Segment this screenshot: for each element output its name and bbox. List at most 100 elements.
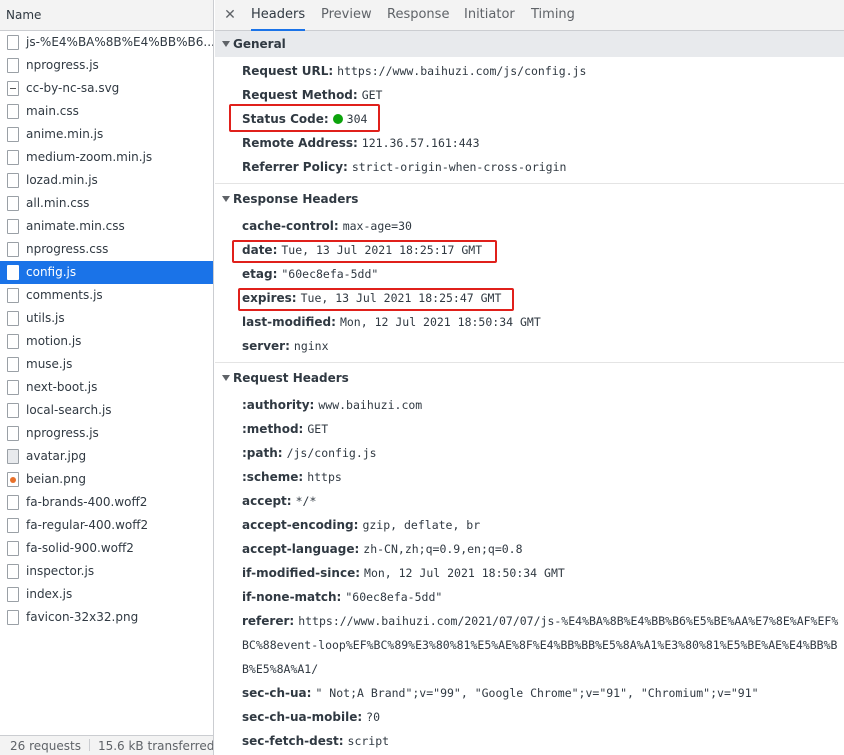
expand-triangle-icon <box>222 375 230 381</box>
file-row[interactable]: anime.min.js <box>0 123 213 146</box>
document-icon <box>7 403 19 418</box>
header-row: server: nginx <box>215 334 844 358</box>
header-value: https://www.baihuzi.com/js/config.js <box>337 64 587 78</box>
file-row[interactable]: cc-by-nc-sa.svg <box>0 77 213 100</box>
status-bar: 26 requests 15.6 kB transferred <box>0 735 213 755</box>
document-icon <box>7 35 19 50</box>
file-name: favicon-32x32.png <box>26 610 139 624</box>
tab-timing[interactable]: Timing <box>531 0 575 31</box>
file-row[interactable]: animate.min.css <box>0 215 213 238</box>
header-row: Status Code: 304 <box>215 107 844 131</box>
general-section-header[interactable]: General <box>215 31 844 57</box>
file-name: config.js <box>26 265 77 279</box>
status-dot-icon <box>332 114 343 124</box>
response-headers-section-header[interactable]: Response Headers <box>215 186 844 212</box>
file-name: utils.js <box>26 311 65 325</box>
file-name: motion.js <box>26 334 82 348</box>
header-key: sec-ch-ua-mobile: <box>242 710 363 724</box>
header-key: :method: <box>242 422 304 436</box>
header-key: if-modified-since: <box>242 566 361 580</box>
file-row[interactable]: avatar.jpg <box>0 445 213 468</box>
file-row[interactable]: motion.js <box>0 330 213 353</box>
image-file-icon <box>7 449 19 464</box>
response-header-rows: cache-control: max-age=30 date: Tue, 13 Jul… <box>215 212 844 362</box>
header-row: :path:/js/config.js <box>215 441 844 465</box>
file-row[interactable]: nprogress.js <box>0 422 213 445</box>
header-row: :method: GET <box>215 417 844 441</box>
file-row[interactable]: medium-zoom.min.js <box>0 146 213 169</box>
header-value: Mon, 12 Jul 2021 18:50:34 GMT <box>364 566 565 580</box>
file-row[interactable]: muse.js <box>0 353 213 376</box>
header-key: Remote Address: <box>242 136 358 150</box>
file-row[interactable]: favicon-32x32.png <box>0 606 213 629</box>
file-name: fa-brands-400.woff2 <box>26 495 148 509</box>
header-key: Request URL: <box>242 64 334 78</box>
header-value: GET <box>361 88 383 102</box>
document-icon <box>7 104 19 119</box>
file-name: next-boot.js <box>26 380 98 394</box>
file-name: main.css <box>26 104 79 118</box>
file-row[interactable]: nprogress.css <box>0 238 213 261</box>
file-row[interactable]: all.min.css <box>0 192 213 215</box>
header-row: :scheme: https <box>215 465 844 489</box>
document-icon <box>7 288 19 303</box>
header-value: /js/config.js <box>286 446 377 460</box>
file-row[interactable]: js-%E4%BA%8B%E4%BB%B6... <box>0 31 213 54</box>
file-row[interactable]: next-boot.js <box>0 376 213 399</box>
document-icon <box>7 265 19 280</box>
header-key: :path: <box>242 446 283 460</box>
header-key: accept-encoding: <box>242 518 359 532</box>
file-row[interactable]: fa-brands-400.woff2 <box>0 491 213 514</box>
tab-preview[interactable]: Preview <box>321 0 372 31</box>
file-row[interactable]: fa-regular-400.woff2 <box>0 514 213 537</box>
file-row[interactable]: config.js <box>0 261 213 284</box>
document-icon <box>7 541 19 556</box>
header-row: :authority: www.baihuzi.com <box>215 393 844 417</box>
file-row[interactable]: beian.png <box>0 468 213 491</box>
file-row[interactable]: main.css <box>0 100 213 123</box>
document-icon <box>7 196 19 211</box>
header-row: etag: "60ec8efa-5dd" <box>215 262 844 286</box>
file-row[interactable]: nprogress.js <box>0 54 213 77</box>
file-row[interactable]: fa-solid-900.woff2 <box>0 537 213 560</box>
header-value: script <box>347 734 390 748</box>
file-name: fa-solid-900.woff2 <box>26 541 134 555</box>
response-headers-section: Response Headers cache-control: max-age=3… <box>215 186 844 363</box>
header-key: expires: <box>242 291 297 305</box>
header-row: if-none-match: "60ec8efa-5dd" <box>215 585 844 609</box>
header-key: Status Code: <box>242 112 329 126</box>
header-value: ?0 <box>366 710 380 724</box>
request-details-panel: ✕ Headers Preview Response Initiator Tim… <box>215 0 844 755</box>
header-row: sec-fetch-dest: script <box>215 729 844 753</box>
file-row[interactable]: comments.js <box>0 284 213 307</box>
header-key: server: <box>242 339 290 353</box>
header-key: sec-ch-ua: <box>242 686 312 700</box>
close-icon[interactable]: ✕ <box>223 5 237 25</box>
tab-headers[interactable]: Headers <box>251 0 306 31</box>
file-row[interactable]: utils.js <box>0 307 213 330</box>
header-row: accept: */* <box>215 489 844 513</box>
file-name: lozad.min.js <box>26 173 98 187</box>
tab-initiator[interactable]: Initiator <box>464 0 515 31</box>
tab-response[interactable]: Response <box>387 0 449 31</box>
header-row: Request Method: GET <box>215 83 844 107</box>
request-headers-section-header[interactable]: Request Headers <box>215 365 844 391</box>
file-row[interactable]: index.js <box>0 583 213 606</box>
file-row[interactable]: local-search.js <box>0 399 213 422</box>
file-row[interactable]: lozad.min.js <box>0 169 213 192</box>
header-value: strict-origin-when-cross-origin <box>351 160 567 174</box>
document-icon <box>7 58 19 73</box>
header-key: date: <box>242 243 278 257</box>
file-name: all.min.css <box>26 196 90 210</box>
header-key: accept-language: <box>242 542 360 556</box>
document-icon <box>7 334 19 349</box>
file-name: beian.png <box>26 472 86 486</box>
document-icon <box>7 495 19 510</box>
header-value: Tue, 13 Jul 2021 18:25:17 GMT <box>281 243 483 257</box>
header-value: Tue, 13 Jul 2021 18:25:47 GMT <box>300 291 502 305</box>
file-row[interactable]: inspector.js <box>0 560 213 583</box>
header-row: referer: https://www.baihuzi.com/2021/07/… <box>215 609 844 681</box>
svg-file-icon <box>7 81 19 96</box>
request-list-panel: Name js-%E4%BA%8B%E4%BB%B6... nprogress.j… <box>0 0 214 755</box>
name-column-header[interactable]: Name <box>0 0 213 31</box>
